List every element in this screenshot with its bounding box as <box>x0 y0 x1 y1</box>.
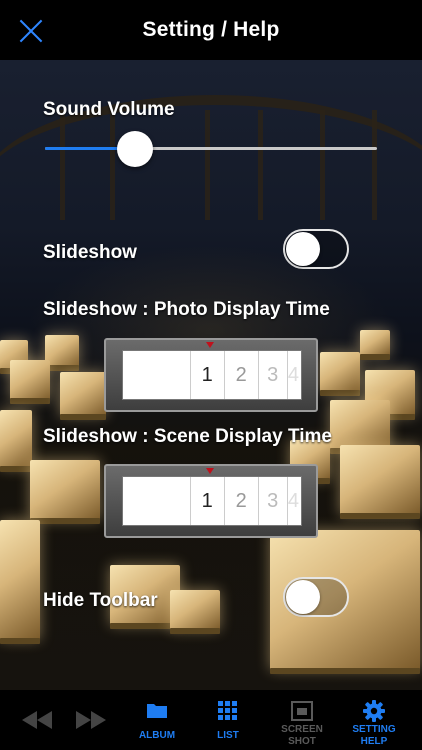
list-tab-label: LIST <box>217 730 239 741</box>
screenshot-tab-label-1: SCREEN <box>281 724 323 735</box>
photo-display-time-window: 1 2 3 4 <box>122 350 302 400</box>
hide-toolbar-label: Hide Toolbar <box>43 590 158 611</box>
photo-display-time-label: Slideshow : Photo Display Time <box>43 299 330 320</box>
photo-display-time-picker[interactable]: 1 2 3 4 <box>104 338 318 412</box>
rewind-button[interactable] <box>20 690 56 750</box>
sound-volume-label: Sound Volume <box>43 99 175 120</box>
picker-cell-selected: 1 <box>191 351 225 399</box>
fast-forward-icon <box>76 711 106 734</box>
slideshow-toggle[interactable] <box>283 229 349 269</box>
fast-forward-button[interactable] <box>76 690 112 750</box>
picker-cell: 2 <box>225 477 259 525</box>
picker-cell: 3 <box>259 477 288 525</box>
close-icon[interactable] <box>18 18 44 44</box>
picker-marker-icon <box>206 468 214 474</box>
picker-cell <box>123 477 191 525</box>
picker-cell: 2 <box>225 351 259 399</box>
album-tab-label: ALBUM <box>138 730 176 741</box>
picker-cell-selected: 1 <box>191 477 225 525</box>
gear-icon <box>363 700 385 722</box>
page-title: Setting / Help <box>142 18 280 41</box>
slideshow-toggle-knob <box>286 232 320 266</box>
slideshow-label: Slideshow <box>43 242 137 263</box>
navigation-bar: Setting / Help <box>0 0 422 60</box>
folder-icon <box>147 704 167 718</box>
picker-marker-icon <box>206 342 214 348</box>
setting-help-tab-label-1: SETTING <box>352 724 396 735</box>
scene-display-time-picker[interactable]: 1 2 3 4 <box>104 464 318 538</box>
picker-cell: 4 <box>287 489 299 512</box>
picker-cell: 3 <box>259 351 288 399</box>
picker-cell: 4 <box>287 363 299 386</box>
screenshot-tab[interactable]: SCREEN SHOT <box>274 690 330 750</box>
hide-toolbar-toggle-knob <box>286 580 320 614</box>
picker-cell <box>123 351 191 399</box>
setting-help-tab-label-2: HELP <box>360 736 388 747</box>
hide-toolbar-toggle[interactable] <box>283 577 349 617</box>
screenshot-icon <box>291 701 313 721</box>
screenshot-tab-label-2: SHOT <box>288 736 316 747</box>
scene-display-time-window: 1 2 3 4 <box>122 476 302 526</box>
bottom-toolbar: ALBUM LIST SCREEN SHOT SETTING HELP <box>0 690 422 750</box>
sound-volume-slider[interactable] <box>45 147 377 150</box>
list-tab[interactable]: LIST <box>204 690 252 750</box>
sound-volume-thumb[interactable] <box>117 131 153 167</box>
setting-help-tab[interactable]: SETTING HELP <box>344 690 404 750</box>
grid-icon <box>218 701 237 720</box>
rewind-icon <box>22 711 52 734</box>
album-tab[interactable]: ALBUM <box>130 690 184 750</box>
scene-display-time-label: Slideshow : Scene Display Time <box>43 426 332 447</box>
